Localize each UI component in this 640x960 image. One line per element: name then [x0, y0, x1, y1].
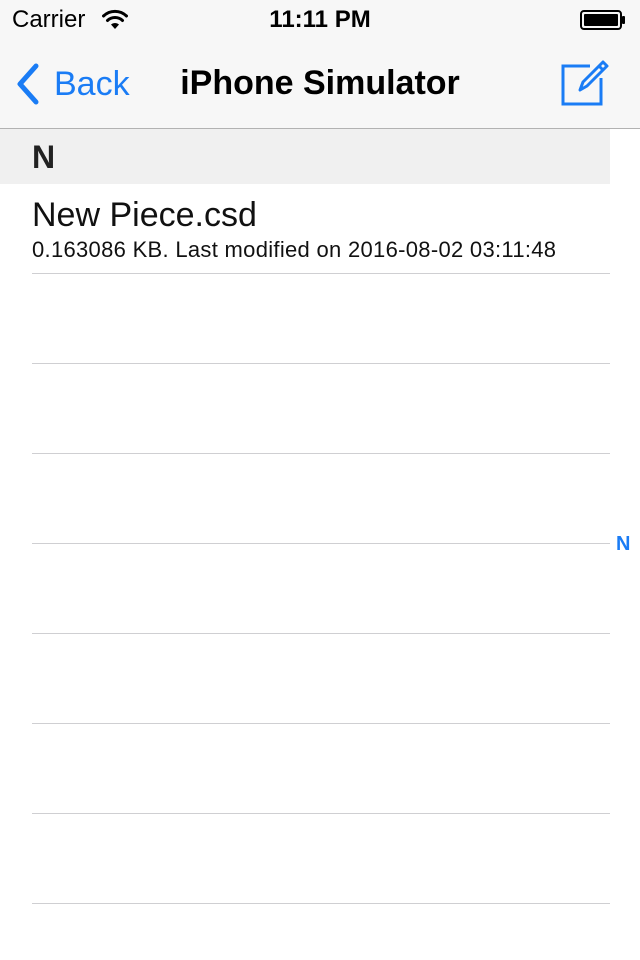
- row-separator: [32, 633, 610, 634]
- section-index-n[interactable]: N: [616, 533, 630, 556]
- navigation-bar: Back iPhone Simulator: [0, 40, 640, 129]
- section-header: N: [0, 129, 610, 184]
- status-time: 11:11 PM: [269, 6, 371, 33]
- file-details: 0.163086 KB. Last modified on 2016-08-02…: [32, 237, 557, 262]
- page-title: iPhone Simulator: [180, 64, 460, 102]
- battery-icon: [580, 10, 625, 30]
- row-separator: [32, 273, 610, 274]
- row-separator: [32, 363, 610, 364]
- file-row[interactable]: New Piece.csd 0.163086 KB. Last modified…: [32, 184, 610, 273]
- row-separator: [32, 723, 610, 724]
- file-name: New Piece.csd: [32, 196, 257, 234]
- row-separator: [32, 813, 610, 814]
- row-separator: [32, 453, 610, 454]
- status-bar: Carrier 11:11 PM: [0, 0, 640, 40]
- row-separator: [32, 903, 610, 904]
- section-title: N: [32, 139, 56, 175]
- compose-icon[interactable]: [560, 58, 610, 108]
- row-separator: [32, 543, 610, 544]
